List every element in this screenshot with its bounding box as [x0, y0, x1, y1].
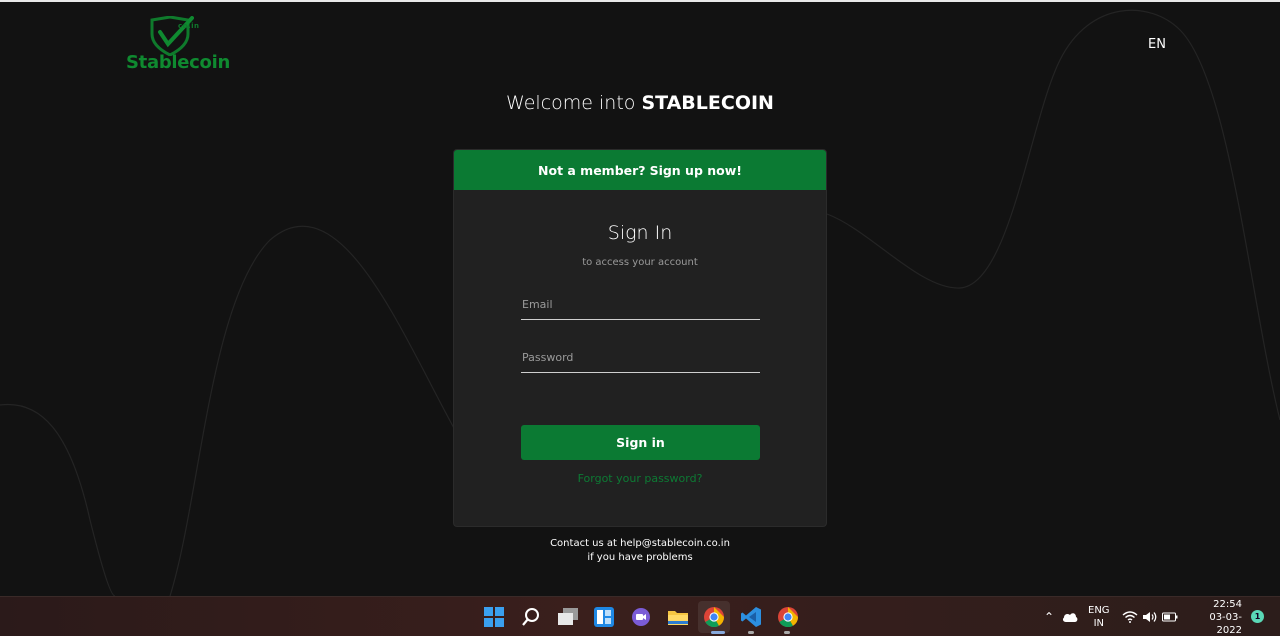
file-explorer-icon[interactable] [666, 605, 690, 629]
onedrive-icon[interactable] [1062, 597, 1078, 636]
notification-badge[interactable]: 1 [1251, 610, 1264, 623]
signin-card: Not a member? Sign up now! Sign In to ac… [453, 149, 827, 527]
logo-suffix: co.in [178, 22, 200, 30]
contact-info: Contact us at help@stablecoin.co.in if y… [0, 537, 1280, 565]
signup-banner: Not a member? Sign up now! [454, 150, 826, 190]
clock[interactable]: 22:54 03-03-2022 [1186, 597, 1242, 636]
input-language-indicator[interactable]: ENG IN [1088, 597, 1110, 636]
chevron-up-icon: ⌃ [1044, 610, 1055, 624]
running-indicator [748, 631, 754, 634]
windows-start-icon[interactable] [482, 605, 506, 629]
clock-date: 03-03-2022 [1209, 611, 1242, 636]
signin-subtitle: to access your account [582, 257, 698, 268]
welcome-heading: Welcome into STABLECOIN [0, 92, 1280, 114]
lang-code: ENG [1088, 605, 1110, 616]
welcome-brand: STABLECOIN [641, 92, 774, 114]
widgets-icon[interactable] [592, 605, 616, 629]
logo-wordmark: Stablecoin [126, 52, 230, 73]
task-view-icon[interactable] [556, 605, 580, 629]
chrome-icon[interactable] [702, 605, 726, 629]
search-icon[interactable] [519, 605, 543, 629]
active-indicator [711, 631, 725, 634]
clock-time: 22:54 [1213, 598, 1242, 610]
signin-title: Sign In [607, 222, 673, 244]
email-field[interactable] [521, 290, 760, 320]
signup-banner-lead: Not a member? [538, 162, 646, 178]
signup-link[interactable]: Sign up now! [650, 163, 742, 178]
welcome-prefix: Welcome into [506, 92, 642, 114]
contact-line-1: Contact us at help@stablecoin.co.in [550, 538, 730, 549]
stablecoin-logo[interactable]: co.in Stablecoin [124, 14, 230, 74]
teams-chat-icon[interactable] [629, 605, 653, 629]
wifi-icon[interactable] [1122, 597, 1138, 636]
chrome-icon[interactable] [776, 605, 800, 629]
vscode-icon[interactable] [739, 605, 763, 629]
contact-line-2: if you have problems [587, 552, 693, 563]
taskbar: ⌃ ENG IN 22:54 03-03-2022 [0, 596, 1280, 636]
volume-icon[interactable] [1142, 597, 1158, 636]
battery-icon[interactable] [1162, 597, 1178, 636]
region-code: IN [1093, 618, 1104, 629]
password-field[interactable] [521, 343, 760, 373]
signin-button[interactable]: Sign in [521, 425, 760, 460]
running-indicator [784, 631, 790, 634]
show-hidden-icons[interactable]: ⌃ [1044, 597, 1054, 636]
forgot-password-link[interactable]: Forgot your password? [454, 472, 826, 485]
language-selector[interactable]: EN [1148, 37, 1166, 52]
